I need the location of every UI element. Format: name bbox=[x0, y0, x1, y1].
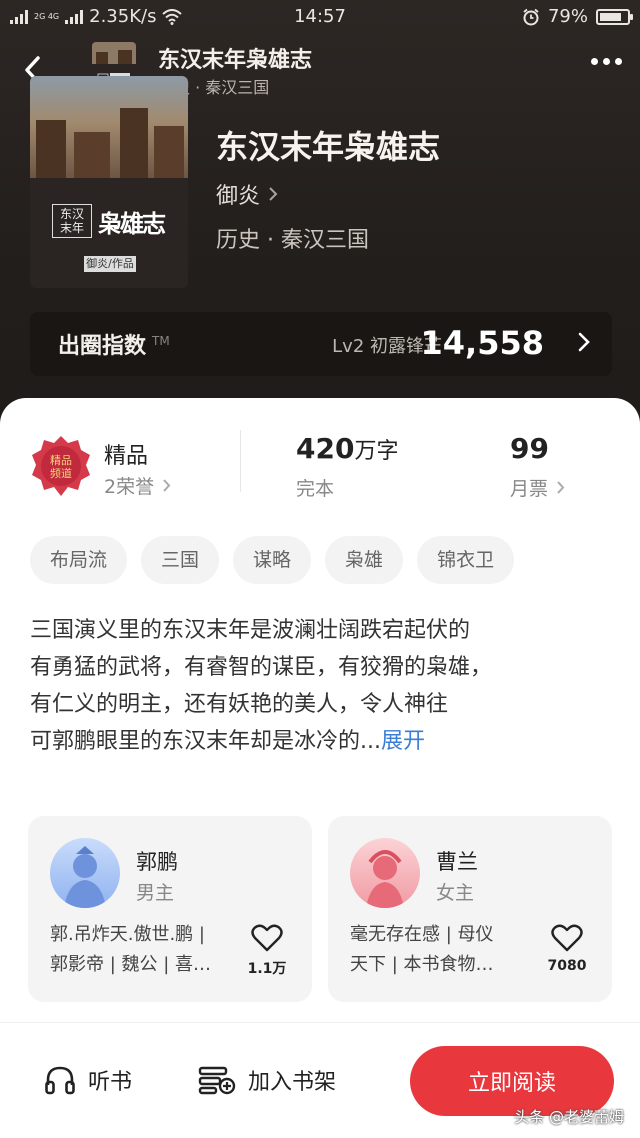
battery-fill bbox=[600, 12, 621, 21]
expand-link[interactable]: 展开 bbox=[381, 729, 425, 754]
add-to-shelf-button[interactable]: 加入书架 bbox=[198, 1064, 336, 1096]
tag-chip[interactable]: 布局流 bbox=[30, 536, 128, 584]
battery-percent: 79% bbox=[547, 6, 588, 27]
chevron-right-icon bbox=[163, 479, 171, 492]
character-role: 男主 bbox=[136, 882, 175, 904]
add-to-shelf-label: 加入书架 bbox=[248, 1070, 337, 1095]
character-name: 曹兰 bbox=[436, 850, 478, 874]
book-header: 2G 4G 2.35K/s 14:57 79% 东汉末年枭雄志 历史 · 秦汉三… bbox=[0, 0, 640, 440]
completion-status: 完本 bbox=[296, 478, 335, 500]
add-shelf-icon bbox=[198, 1066, 236, 1095]
word-count: 420万字 bbox=[296, 432, 399, 465]
book-cover[interactable]: 东汉末年 枭雄志 御炎/作品 bbox=[30, 76, 188, 288]
chevron-right-icon bbox=[578, 332, 590, 352]
avatar bbox=[50, 838, 120, 908]
quality-badge-icon: 精品 频道 bbox=[32, 436, 90, 496]
author-name: 御炎 bbox=[216, 184, 261, 209]
like-button[interactable]: 1.1万 bbox=[242, 924, 292, 978]
cover-big-title: 枭雄志 bbox=[98, 208, 166, 238]
tag-list: 布局流 三国 谋略 枭雄 锦衣卫 bbox=[30, 536, 515, 584]
book-description[interactable]: 三国演义里的东汉末年是波澜壮阔跌宕起伏的 有勇猛的武将，有睿智的谋臣，有狡猾的枭… bbox=[30, 612, 610, 760]
chevron-right-icon bbox=[557, 481, 565, 494]
tag-chip[interactable]: 三国 bbox=[141, 536, 220, 584]
tag-chip[interactable]: 锦衣卫 bbox=[417, 536, 515, 584]
listen-button[interactable]: 听书 bbox=[44, 1064, 132, 1096]
battery-icon bbox=[596, 8, 633, 25]
bottom-bar-divider bbox=[0, 1022, 640, 1023]
book-title: 东汉末年枭雄志 bbox=[216, 128, 441, 166]
character-aliases: 毫无存在感 | 母仪 天下 | 本书食物… bbox=[350, 924, 494, 975]
like-count: 1.1万 bbox=[247, 961, 287, 977]
book-detail-sheet: 精品 频道 精品 2荣誉 420万字 完本 99 月票 布局流 三国 谋略 枭雄… bbox=[0, 398, 640, 1138]
description-line: 三国演义里的东汉末年是波澜壮阔跌宕起伏的 bbox=[30, 618, 471, 643]
monthly-tickets-count: 99 bbox=[510, 432, 549, 465]
more-dot-icon bbox=[591, 58, 598, 65]
cover-small-title: 东汉末年 bbox=[52, 204, 92, 238]
svg-text:精品: 精品 bbox=[50, 454, 72, 467]
chevron-right-icon bbox=[269, 187, 278, 201]
like-button[interactable]: 7080 bbox=[542, 924, 592, 974]
avatar bbox=[350, 838, 420, 908]
cover-illustration bbox=[30, 76, 188, 178]
alarm-icon bbox=[523, 8, 539, 25]
tag-chip[interactable]: 谋略 bbox=[233, 536, 312, 584]
author-link[interactable]: 御炎 bbox=[216, 178, 278, 210]
headphones-icon bbox=[45, 1066, 75, 1095]
heart-icon bbox=[251, 924, 283, 952]
more-dot-icon bbox=[615, 58, 622, 65]
description-line: 有仁义的明主，还有妖艳的美人，令人神往 bbox=[30, 692, 449, 717]
heat-score: 14,558 bbox=[420, 324, 544, 362]
nav-title: 东汉末年枭雄志 bbox=[158, 48, 313, 73]
monthly-tickets-link[interactable]: 月票 bbox=[510, 474, 565, 501]
character-card[interactable]: 曹兰 女主 毫无存在感 | 母仪 天下 | 本书食物… 7080 bbox=[328, 816, 612, 1002]
honor-count: 2荣誉 bbox=[104, 476, 155, 498]
tag-chip[interactable]: 枭雄 bbox=[325, 536, 404, 584]
cover-title: 东汉末年 枭雄志 bbox=[52, 196, 170, 246]
monthly-tickets-label: 月票 bbox=[510, 478, 549, 500]
character-card[interactable]: 郭鹏 男主 郭.吊炸天.傲世.鹏 | 郭影帝 | 魏公 | 喜… 1.1万 bbox=[28, 816, 312, 1002]
like-count: 7080 bbox=[547, 958, 587, 974]
stats-divider bbox=[240, 430, 241, 492]
character-role: 女主 bbox=[436, 882, 475, 904]
heat-index-bar[interactable]: 出圈指数 TM Lv2 初露锋芒 14,558 bbox=[30, 312, 612, 376]
trademark-mark: TM bbox=[152, 333, 170, 348]
status-right: 79% bbox=[522, 6, 633, 27]
heart-icon bbox=[551, 924, 583, 952]
more-dot-icon bbox=[603, 58, 610, 65]
quality-label: 精品 bbox=[104, 444, 149, 469]
honor-link[interactable]: 2荣誉 bbox=[104, 472, 171, 499]
svg-text:频道: 频道 bbox=[50, 466, 72, 480]
character-aliases: 郭.吊炸天.傲世.鹏 | 郭影帝 | 魏公 | 喜… bbox=[50, 924, 212, 975]
book-category: 历史 · 秦汉三国 bbox=[216, 228, 369, 253]
watermark: 头条 @老婆蕾姆 bbox=[514, 1108, 624, 1126]
description-line: 可郭鹏眼里的东汉末年却是冰冷的...展开 bbox=[30, 729, 425, 754]
character-name: 郭鹏 bbox=[136, 850, 178, 874]
heat-index-label: 出圈指数 TM bbox=[58, 333, 170, 359]
listen-label: 听书 bbox=[88, 1070, 133, 1095]
description-line: 有勇猛的武将，有睿智的谋臣，有狡猾的枭雄， bbox=[30, 655, 493, 680]
status-bar: 2G 4G 2.35K/s 14:57 79% bbox=[0, 0, 640, 34]
more-button[interactable] bbox=[591, 58, 622, 65]
cover-author-tag: 御炎/作品 bbox=[84, 256, 136, 272]
